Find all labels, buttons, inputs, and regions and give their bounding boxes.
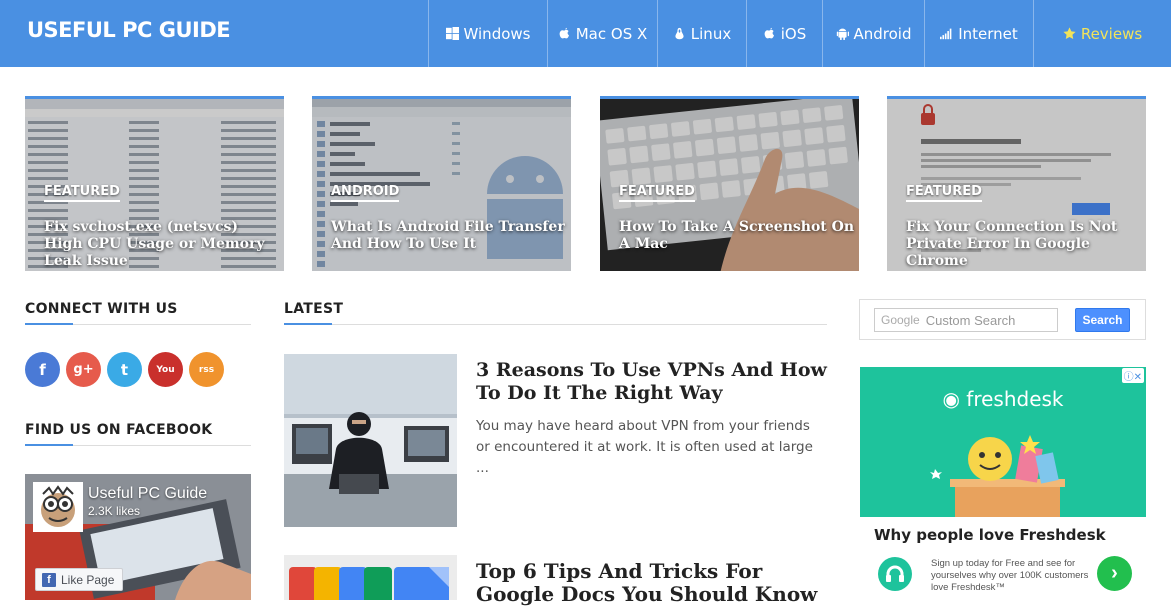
site-logo[interactable]: USEFUL PC GUIDE: [27, 18, 231, 42]
nav-label: Android: [853, 24, 912, 43]
nav-label: Linux: [690, 24, 732, 43]
featured-card[interactable]: FEATURED Fix Your Connection Is Not Priv…: [887, 96, 1146, 271]
nav-windows[interactable]: Windows: [428, 0, 547, 67]
card-title[interactable]: Fix Your Connection Is Not Private Error…: [906, 219, 1142, 270]
featured-card[interactable]: FEATURED How To Take A Screenshot On A M…: [600, 96, 859, 271]
ad-body: Sign up today for Free and see for yours…: [931, 558, 1089, 593]
youtube-icon: You: [156, 364, 175, 375]
post-title[interactable]: Top 6 Tips And Tricks For Google Docs Yo…: [476, 560, 831, 606]
page-likes: 2.3K likes: [88, 504, 141, 518]
nav-mac-os-x[interactable]: Mac OS X: [547, 0, 657, 67]
twitter-link[interactable]: t: [107, 352, 142, 387]
ad-info-icon[interactable]: ⓘ✕: [1121, 368, 1144, 383]
card-title[interactable]: What Is Android File Transfer And How To…: [331, 219, 567, 253]
ad-headline[interactable]: Why people love Freshdesk: [874, 526, 1106, 544]
ad-brand: ◉ freshdesk: [860, 387, 1146, 411]
post-excerpt: You may have heard about VPN from your f…: [476, 418, 813, 476]
connect-heading: CONNECT WITH US: [25, 301, 178, 317]
ad-illustration: [930, 435, 1065, 517]
post-image: [284, 354, 457, 527]
card-title[interactable]: Fix svchost.exe (netsvcs) High CPU Usage…: [44, 219, 280, 270]
custom-search-widget: Google Custom Search Search: [859, 299, 1146, 340]
nav-label: Reviews: [1080, 24, 1143, 43]
facebook-page-widget[interactable]: Useful PC Guide 2.3K likes f Like Page: [25, 474, 251, 600]
search-brand: Google: [881, 313, 920, 327]
featured-card[interactable]: ANDROID What Is Android File Transfer An…: [312, 96, 571, 271]
chevron-right-icon: ›: [1111, 562, 1118, 584]
like-page-button[interactable]: f Like Page: [35, 568, 124, 591]
search-placeholder: Custom Search: [925, 312, 1016, 328]
card-category[interactable]: FEATURED: [906, 184, 982, 202]
latest-heading: LATEST: [284, 301, 344, 317]
nav-linux[interactable]: Linux: [657, 0, 746, 67]
headset-icon: ◉: [942, 387, 960, 411]
card-category[interactable]: ANDROID: [331, 184, 400, 202]
apple-icon: [559, 27, 569, 39]
post-image: [284, 555, 457, 600]
heading-divider: [25, 444, 251, 446]
headset-icon: [878, 557, 912, 591]
page-avatar: [33, 482, 83, 532]
ad-brand-name: freshdesk: [966, 387, 1064, 411]
nav-label: Internet: [958, 24, 1018, 43]
android-icon: [836, 28, 849, 40]
like-page-label: Like Page: [61, 572, 115, 587]
nav-label: Windows: [463, 24, 531, 43]
ad-go-button[interactable]: ›: [1097, 556, 1132, 591]
twitter-icon: t: [120, 360, 129, 379]
signal-icon: [940, 28, 952, 40]
freshdesk-ad[interactable]: ⓘ✕ ◉ freshdesk Why people love Freshdesk…: [860, 367, 1146, 600]
facebook-icon: f: [39, 360, 46, 379]
apple-icon: [764, 27, 774, 39]
nav-android[interactable]: Android: [822, 0, 924, 67]
card-category[interactable]: FEATURED: [619, 184, 695, 202]
facebook-icon: f: [42, 572, 56, 587]
facebook-heading: FIND US ON FACEBOOK: [25, 422, 213, 438]
rss-icon: rss: [198, 364, 215, 375]
windows-icon: [445, 27, 459, 40]
nav-label: iOS: [780, 24, 807, 43]
nav-internet[interactable]: Internet: [924, 0, 1033, 67]
site-header: USEFUL PC GUIDE Windows Mac OS X Linux i…: [0, 0, 1171, 67]
google-plus-icon: g+: [73, 362, 94, 377]
heading-divider: [25, 323, 251, 325]
post-title[interactable]: 3 Reasons To Use VPNs And How To Do It T…: [476, 359, 831, 405]
post-thumbnail[interactable]: [284, 354, 457, 527]
star-icon: [1063, 27, 1076, 40]
search-input[interactable]: Google Custom Search: [874, 308, 1058, 332]
card-category[interactable]: FEATURED: [44, 184, 120, 202]
page-name[interactable]: Useful PC Guide: [88, 485, 207, 503]
nav-ios[interactable]: iOS: [746, 0, 822, 67]
main-nav: Windows Mac OS X Linux iOS Android Inter…: [428, 0, 1171, 67]
card-title[interactable]: How To Take A Screenshot On A Mac: [619, 219, 855, 253]
nav-label: Mac OS X: [575, 24, 648, 43]
rss-link[interactable]: rss: [189, 352, 224, 387]
facebook-link[interactable]: f: [25, 352, 60, 387]
linux-icon: [675, 27, 684, 40]
youtube-link[interactable]: You: [148, 352, 183, 387]
google-plus-link[interactable]: g+: [66, 352, 101, 387]
search-button[interactable]: Search: [1075, 308, 1130, 332]
featured-card[interactable]: FEATURED Fix svchost.exe (netsvcs) High …: [25, 96, 284, 271]
post-thumbnail[interactable]: [284, 555, 457, 600]
nav-reviews[interactable]: Reviews: [1033, 0, 1171, 67]
heading-divider: [284, 323, 827, 325]
